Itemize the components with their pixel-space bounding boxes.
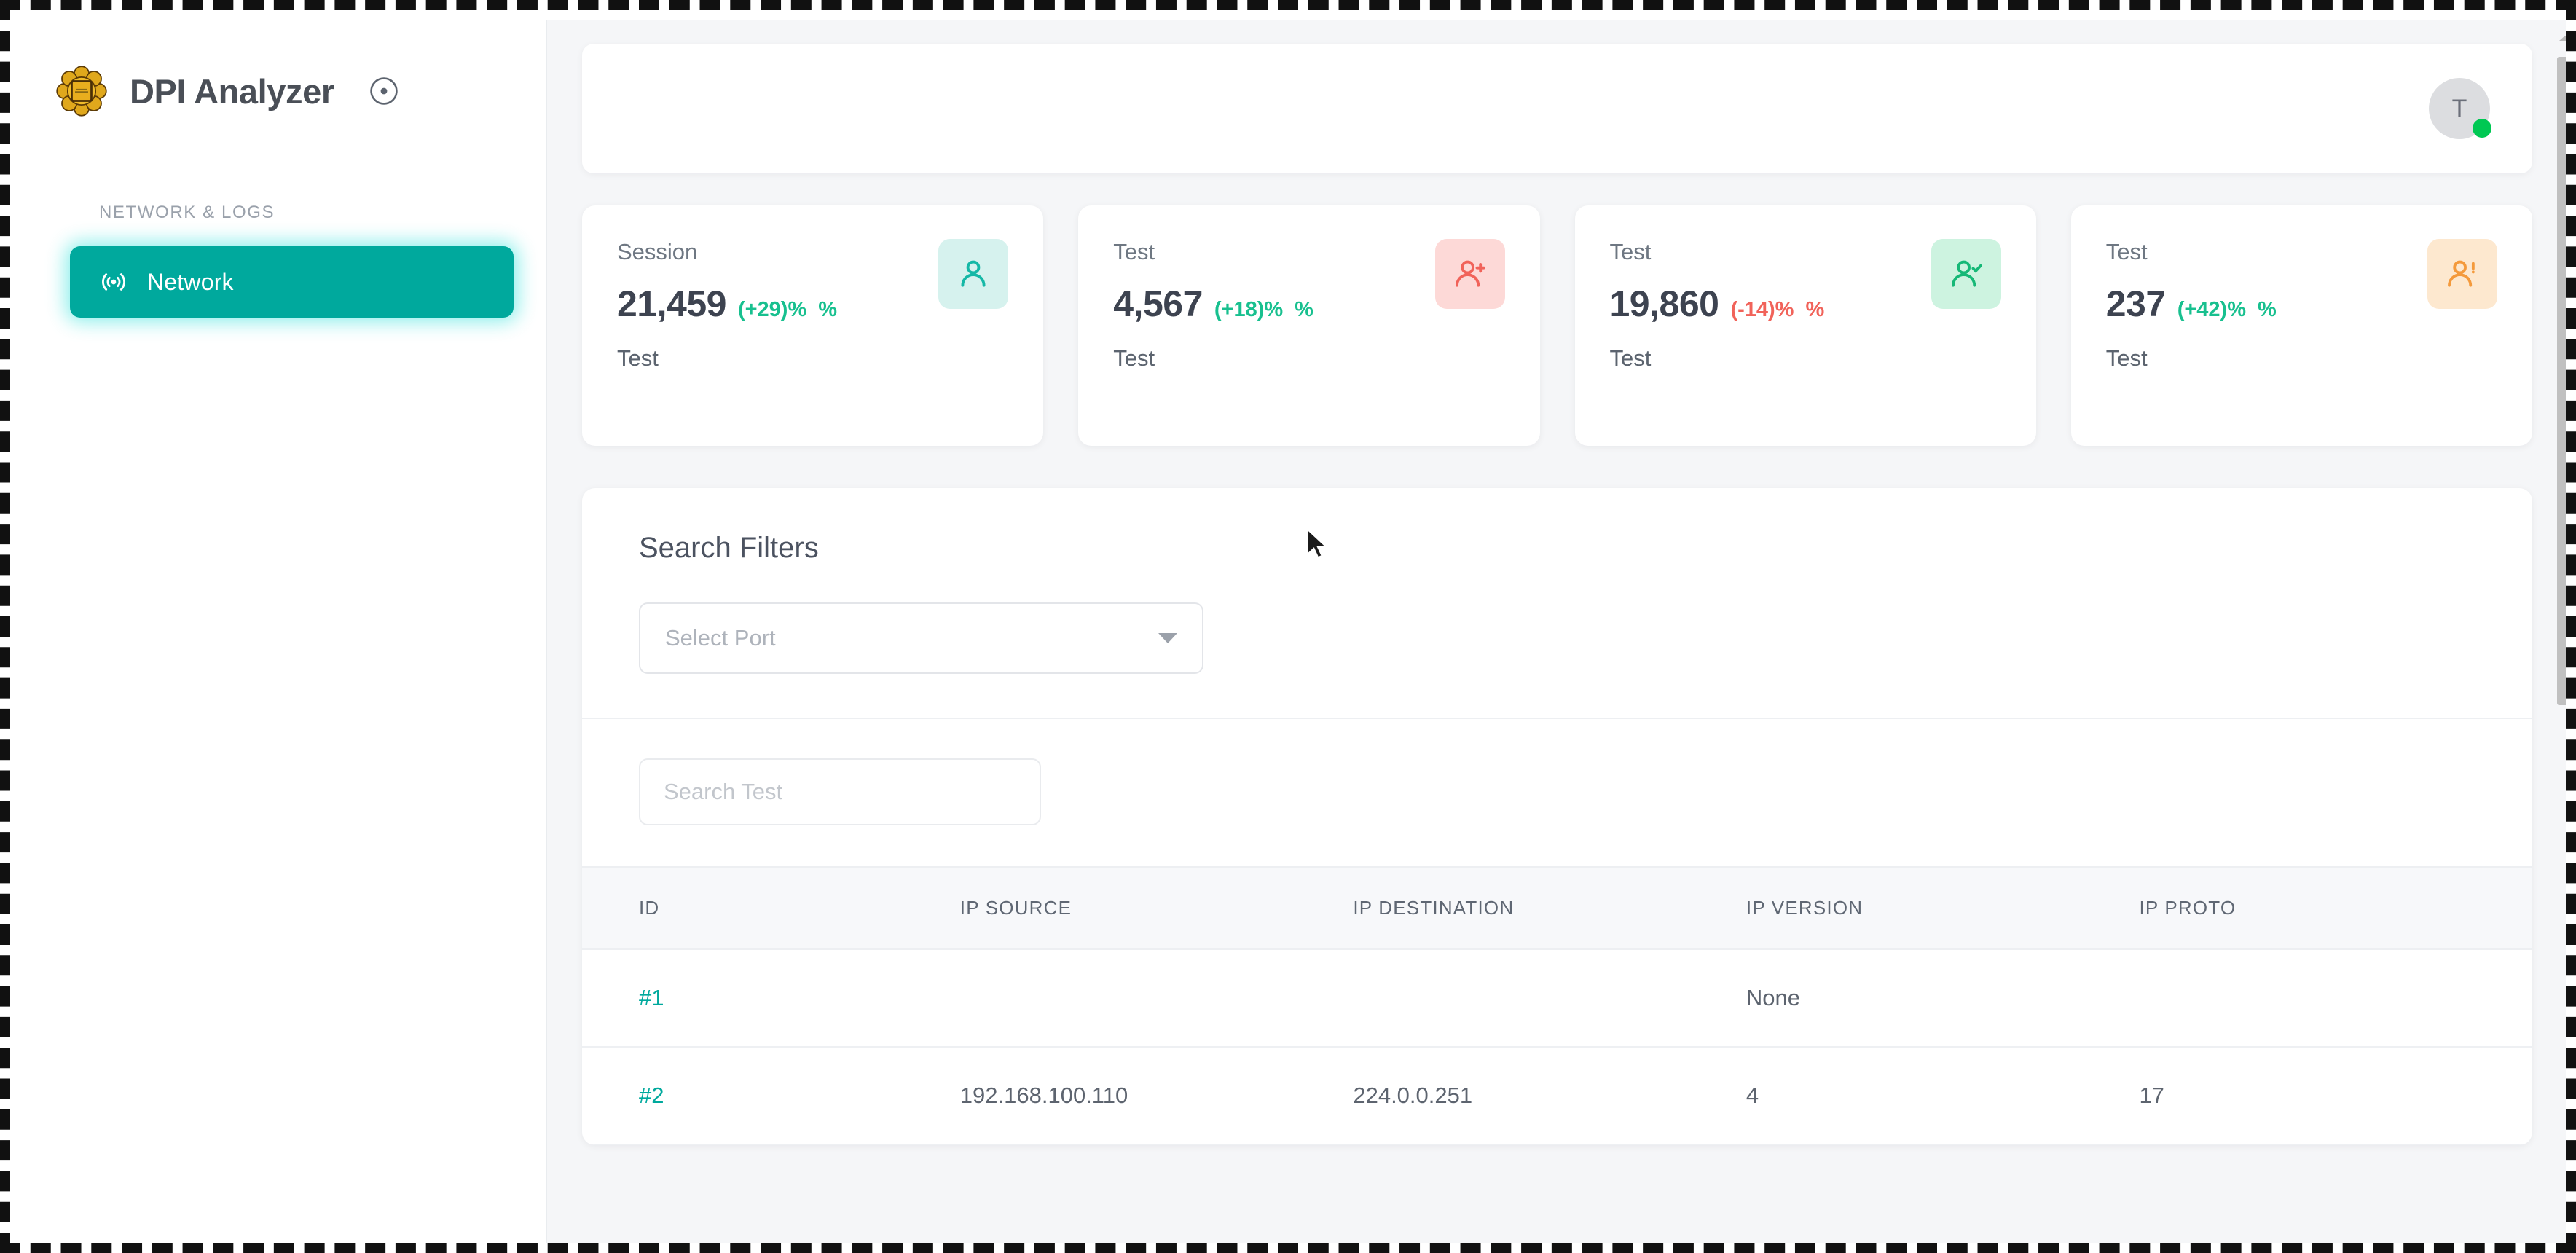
table-row[interactable]: #1 None [582,949,2532,1048]
stat-card-value: 21,459 [617,283,726,324]
table-header-row: ID IP SOURCE IP DESTINATION IP VERSION I… [582,866,2532,950]
page-scrollbar-thumb[interactable] [2557,57,2566,705]
cell-id: #2 [582,1047,960,1145]
stat-card-sub: Test [1609,345,1652,371]
sidebar-nav: Network [20,223,546,318]
sidebar-item-network[interactable]: Network [70,246,514,318]
user-icon [938,239,1009,309]
user-alert-icon [2427,239,2497,309]
stat-card-sub: Test [2105,345,2148,371]
stat-card-label: Test [2105,239,2148,264]
stat-card-label: Test [1113,239,1155,264]
app-title: DPI Analyzer [130,71,334,111]
filters-row: Select Port [582,565,2532,718]
cell-ip-proto [2139,949,2532,1048]
table-head: ID IP SOURCE IP DESTINATION IP VERSION I… [582,866,2532,950]
stat-card-2[interactable]: Test 4,567 (+18)%% Test [1078,205,1540,446]
stat-card-sub: Test [617,345,659,371]
stat-card-value: 19,860 [1609,283,1719,324]
stat-cards: Session 21,459 (+29)%% Test Test 4,567 (… [582,205,2532,446]
cell-ip-destination: 224.0.0.251 [1353,1047,1746,1145]
cell-ip-proto: 17 [2139,1047,2532,1145]
user-plus-icon [1434,239,1505,309]
user-check-icon [1931,239,2001,309]
stat-card-3[interactable]: Test 19,860 (-14)%% Test [1574,205,2036,446]
stat-card-value: 4,567 [1113,283,1203,324]
row-id-link[interactable]: #2 [639,1083,664,1108]
stat-card-session[interactable]: Session 21,459 (+29)%% Test [582,205,1044,446]
column-header-ip-proto[interactable]: IP PROTO [2139,866,2532,950]
sidebar-item-label: Network [147,268,234,295]
search-input[interactable] [639,758,1041,825]
stat-card-delta: (+42)% [2177,298,2246,321]
table-row[interactable]: #2 192.168.100.110 224.0.0.251 4 17 [582,1047,2532,1145]
panel-title: Search Filters [639,532,819,564]
packets-table: ID IP SOURCE IP DESTINATION IP VERSION I… [582,866,2532,1145]
column-header-ip-source[interactable]: IP SOURCE [959,866,1354,950]
sidebar: DPI Analyzer NETWORK & LOGS Network [20,20,547,1243]
brand-header[interactable]: DPI Analyzer [20,20,546,130]
column-header-ip-version[interactable]: IP VERSION [1746,866,2140,950]
stat-card-sub: Test [1113,345,1155,371]
port-select-value: Select Port [665,625,776,651]
flower-rosette-logo-icon [55,65,108,117]
row-id-link[interactable]: #1 [639,985,664,1010]
stat-card-4[interactable]: Test 237 (+42)%% Test [2070,205,2532,446]
column-header-id[interactable]: ID [582,866,960,950]
screenshot-frame: DPI Analyzer NETWORK & LOGS Network T Se… [0,0,2576,1253]
top-bar: T [582,44,2532,173]
stat-card-label: Test [1609,239,1652,264]
main-content: T Session 21,459 (+29)%% Test Test 4,567… [547,20,2566,1243]
chevron-down-icon [1158,633,1177,643]
stat-card-delta: (-14)% [1730,298,1794,321]
stat-card-delta: (+18)% [1214,298,1284,321]
port-select[interactable]: Select Port [639,602,1203,674]
scroll-up-arrow-icon[interactable] [2557,31,2566,47]
cell-ip-source [959,949,1354,1048]
status-badge-online [2473,119,2491,138]
avatar[interactable]: T [2429,78,2491,139]
stat-card-label: Session [617,239,698,264]
stat-card-value: 237 [2105,283,2166,324]
search-row [582,718,2532,866]
table-body: #1 None #2 192.168.100.110 224.0.0.251 4… [582,949,2532,1145]
circle-dot-icon[interactable] [368,75,400,107]
broadcast-signal-icon [99,267,128,296]
search-filters-panel: Search Filters Select Port ID IP SOURCE [582,488,2532,1145]
column-header-ip-destination[interactable]: IP DESTINATION [1353,866,1746,950]
cell-ip-version: 4 [1746,1047,2140,1145]
stat-card-delta: (+29)% [737,298,807,321]
cell-ip-version: None [1746,949,2140,1048]
cell-ip-source: 192.168.100.110 [959,1047,1354,1145]
app-root: DPI Analyzer NETWORK & LOGS Network T Se… [20,20,2566,1243]
cell-ip-destination [1353,949,1746,1048]
cell-id: #1 [582,949,960,1048]
sidebar-section-label: NETWORK & LOGS [99,203,275,222]
page-scrollbar-track[interactable] [2554,20,2566,1243]
